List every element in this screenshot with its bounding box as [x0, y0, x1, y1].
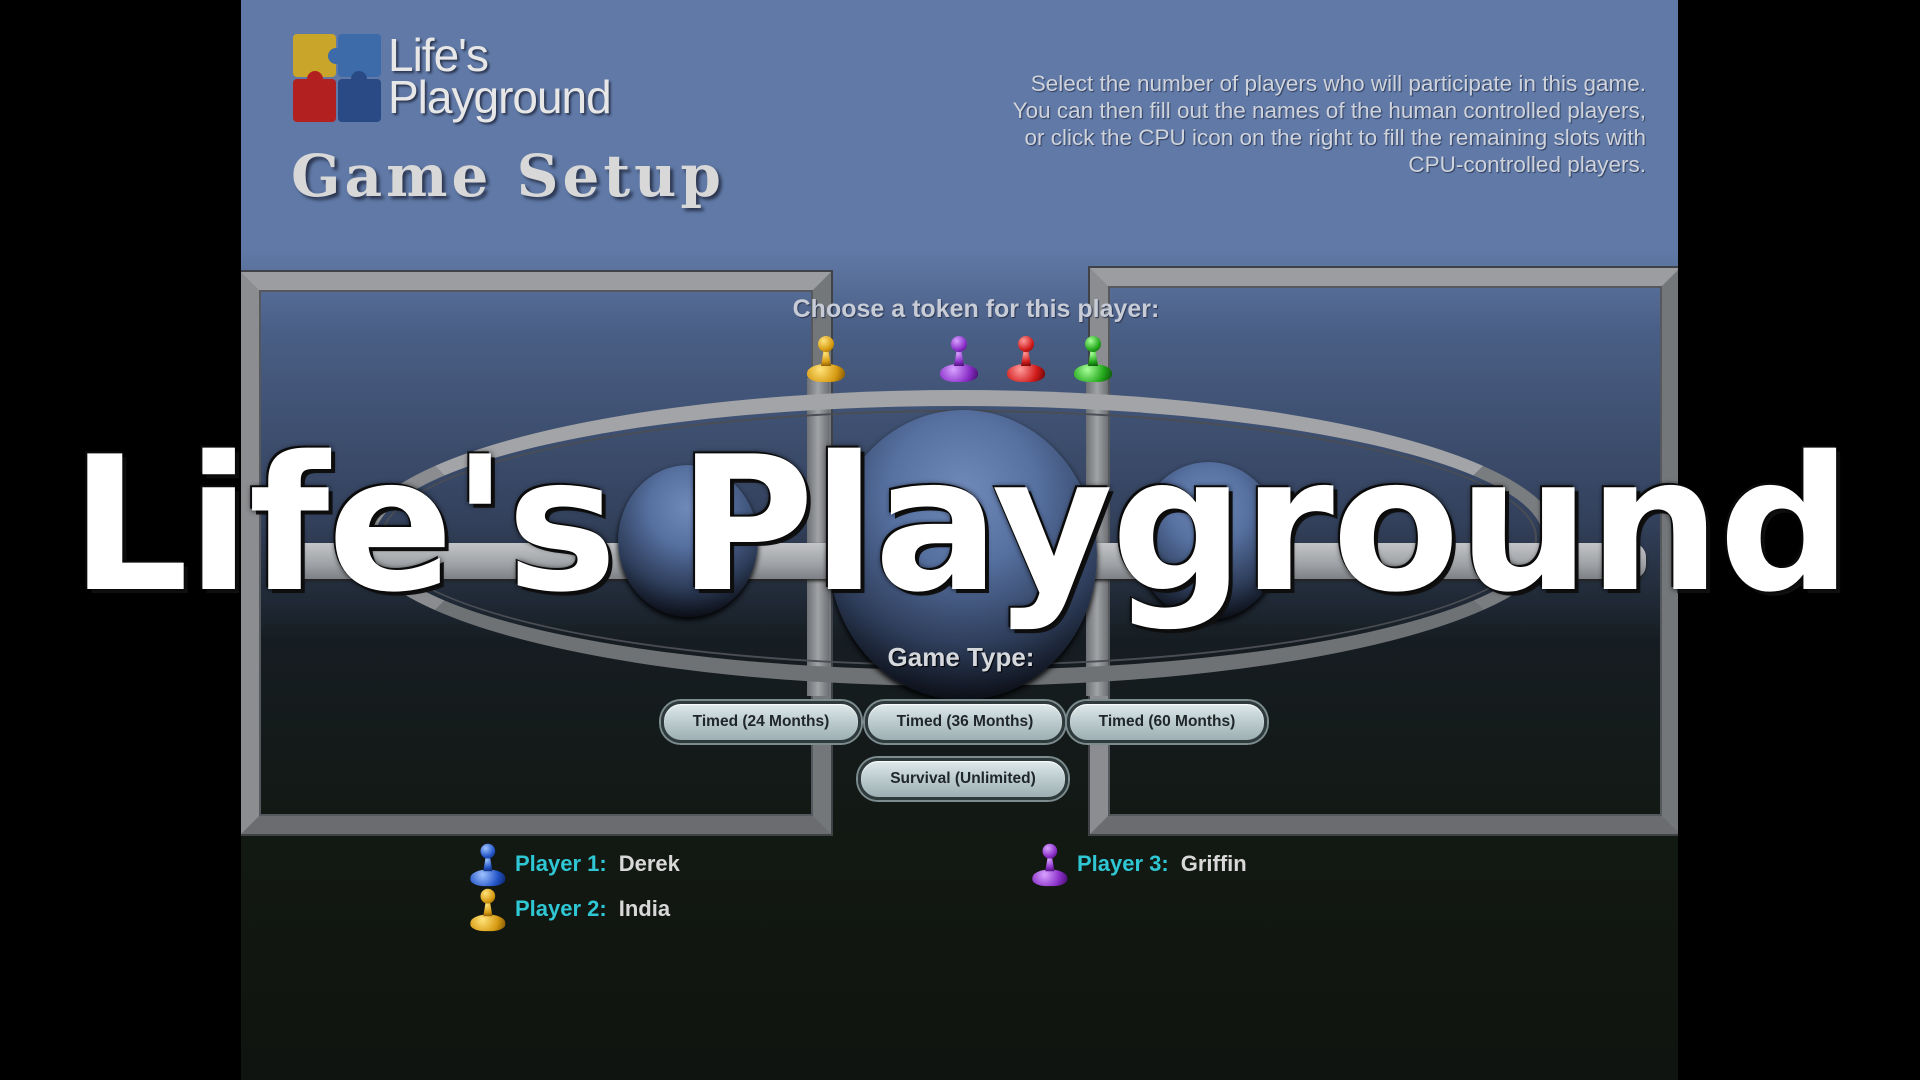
lifes-playground-logo: Life's Playground: [293, 29, 653, 134]
puzzle-knob: [307, 71, 323, 87]
game-type-survival-button[interactable]: Survival (Unlimited): [858, 758, 1068, 800]
player-label: Player 2:: [515, 896, 607, 921]
player-entry[interactable]: Player 2: India: [469, 887, 671, 932]
token-prompt: Choose a token for this player:: [792, 295, 1160, 323]
instructions-text: Select the number of players who will pa…: [786, 70, 1646, 178]
pawn-token-icon: [1007, 364, 1045, 382]
pawn-token-icon: [1032, 843, 1068, 887]
pawn-token-icon: [1074, 364, 1112, 382]
pawn-token-icon: [470, 843, 506, 887]
instruction-line: You can then fill out the names of the h…: [1012, 98, 1646, 123]
player-name: Derek: [618, 851, 680, 876]
game-type-timed-24-button[interactable]: Timed (24 Months): [661, 701, 861, 743]
player-label: Player 3:: [1077, 851, 1169, 876]
puzzle-knob: [351, 71, 367, 87]
puzzle-knob: [328, 48, 344, 64]
instruction-line: or click the CPU icon on the right to fi…: [1024, 125, 1646, 150]
game-type-label: Game Type:: [887, 642, 1035, 672]
pawn-token-icon: [807, 364, 845, 382]
player-name: India: [618, 896, 671, 921]
instruction-line: Select the number of players who will pa…: [1030, 71, 1646, 96]
instruction-line: CPU-controlled players.: [1408, 152, 1646, 177]
overlay-title: Life's Playground: [70, 416, 1852, 633]
pawn-token-icon: [940, 364, 978, 382]
token-yellow-button[interactable]: [807, 336, 845, 384]
token-red-button[interactable]: [1007, 336, 1045, 384]
pawn-token-icon: [470, 888, 506, 932]
logo-text-line2: Playground: [388, 71, 612, 123]
token-purple-button[interactable]: [940, 336, 978, 384]
game-type-timed-36-button[interactable]: Timed (36 Months): [865, 701, 1065, 743]
player-name: Griffin: [1180, 851, 1247, 876]
token-green-button[interactable]: [1074, 336, 1112, 384]
player-entry[interactable]: Player 1: Derek: [469, 842, 680, 887]
page-title: Game Setup: [291, 142, 725, 210]
player-entry[interactable]: Player 3: Griffin: [1031, 842, 1247, 887]
game-type-timed-60-button[interactable]: Timed (60 Months): [1067, 701, 1267, 743]
player-label: Player 1:: [515, 851, 607, 876]
